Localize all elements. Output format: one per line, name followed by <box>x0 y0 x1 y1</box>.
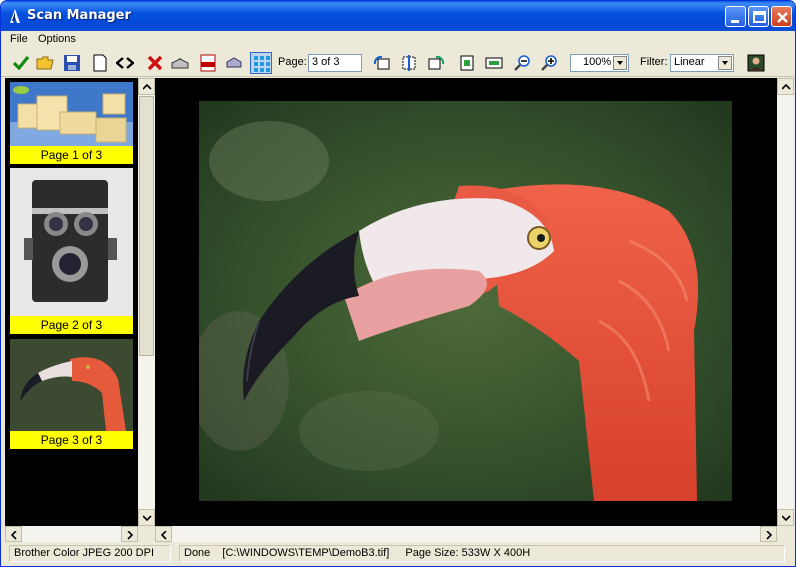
app-window: Scan Manager File Options Page: 3 of 3 1… <box>0 0 796 567</box>
fit-width-button[interactable] <box>483 52 505 74</box>
pdf-button[interactable] <box>197 52 219 74</box>
page-input[interactable]: 3 of 3 <box>308 54 362 72</box>
page-label: Page: <box>278 56 307 68</box>
thumbnail-scrollbar[interactable] <box>138 78 155 526</box>
chevron-down-icon[interactable] <box>613 56 627 70</box>
scanner-icon <box>171 57 189 69</box>
accept-button[interactable] <box>10 52 32 74</box>
status-page-size: Page Size: 533W X 400H <box>405 547 531 559</box>
new-page-icon <box>93 54 107 72</box>
scroll-down-button[interactable] <box>777 509 794 526</box>
camera-thumbnail-image <box>10 168 133 316</box>
portrait-button[interactable] <box>745 52 767 74</box>
thumbnail-caption: Page 1 of 3 <box>10 146 133 164</box>
filter-label: Filter: <box>640 56 668 68</box>
thumbnail-panel: Page 1 of 3 Page 2 of 3 Page 3 of 3 <box>5 78 138 526</box>
portrait-icon <box>747 54 765 72</box>
zoom-in-button[interactable] <box>538 52 560 74</box>
chevron-down-icon[interactable] <box>718 56 732 70</box>
fit-page-icon <box>460 55 474 71</box>
new-page-button[interactable] <box>89 52 111 74</box>
menu-bar: File Options <box>1 31 795 49</box>
print-button[interactable] <box>223 52 245 74</box>
open-folder-icon <box>36 56 54 70</box>
pdf-icon <box>200 54 216 72</box>
thumbnail-page-3[interactable]: Page 3 of 3 <box>10 339 133 449</box>
filter-value: Linear <box>674 56 705 68</box>
maximize-button[interactable] <box>748 6 769 27</box>
delete-x-icon <box>147 55 163 71</box>
scroll-down-button[interactable] <box>138 509 155 526</box>
zoom-out-icon <box>514 55 530 71</box>
menu-file[interactable]: File <box>10 33 28 45</box>
thumbnail-page-1[interactable]: Page 1 of 3 <box>10 82 133 164</box>
zoom-in-icon <box>541 55 557 71</box>
fit-width-icon <box>485 57 503 69</box>
thumbnail-hscrollbar[interactable] <box>5 526 138 542</box>
scanner-status: Brother Color JPEG 200 DPI <box>9 545 171 562</box>
swap-arrows-icon <box>116 57 134 69</box>
thumbnail-caption: Page 3 of 3 <box>10 431 133 449</box>
swap-button[interactable] <box>114 52 136 74</box>
thumbnail-page-2[interactable]: Page 2 of 3 <box>10 168 133 334</box>
flamingo-thumbnail-image <box>10 339 133 431</box>
save-button[interactable] <box>61 52 83 74</box>
rotate-right-icon <box>428 55 445 70</box>
zoom-select[interactable]: 100% <box>570 54 629 72</box>
file-status: Done [C:\WINDOWS\TEMP\DemoB3.tif] Page S… <box>179 545 785 562</box>
menu-options[interactable]: Options <box>38 33 76 45</box>
delete-button[interactable] <box>144 52 166 74</box>
close-button[interactable] <box>771 6 792 27</box>
minimize-button[interactable] <box>725 6 746 27</box>
rotate-left-icon <box>373 55 390 70</box>
thumbnail-view-button[interactable] <box>250 52 272 74</box>
status-file: [C:\WINDOWS\TEMP\DemoB3.tif] <box>222 547 390 559</box>
scroll-left-button[interactable] <box>5 526 22 542</box>
rotate-left-button[interactable] <box>371 52 393 74</box>
toolbar: Page: 3 of 3 100% Filter: Linear <box>1 49 795 77</box>
viewer-vscrollbar[interactable] <box>777 78 794 526</box>
window-title: Scan Manager <box>27 8 131 23</box>
scroll-up-button[interactable] <box>777 78 794 95</box>
status-state: Done <box>184 547 211 559</box>
zoom-out-button[interactable] <box>511 52 533 74</box>
zoom-value: 100% <box>583 56 612 68</box>
scroll-right-button[interactable] <box>760 526 777 542</box>
flamingo-photo <box>199 101 732 501</box>
flip-icon <box>402 55 416 71</box>
scroll-up-button[interactable] <box>138 78 155 95</box>
open-button[interactable] <box>34 52 56 74</box>
scroll-left-button[interactable] <box>155 526 172 542</box>
scroll-corner <box>777 526 794 542</box>
scroll-thumb[interactable] <box>139 96 154 356</box>
boxes-thumbnail-image <box>10 82 133 146</box>
app-logo-icon <box>10 9 20 23</box>
filter-select[interactable]: Linear <box>670 54 734 72</box>
viewer-hscrollbar[interactable] <box>155 526 777 542</box>
accept-check-icon <box>12 55 30 71</box>
fit-page-button[interactable] <box>456 52 478 74</box>
image-viewer[interactable] <box>155 78 777 526</box>
title-bar[interactable]: Scan Manager <box>1 1 795 31</box>
thumbnail-caption: Page 2 of 3 <box>10 316 133 334</box>
rotate-right-button[interactable] <box>425 52 447 74</box>
save-disk-icon <box>64 55 80 71</box>
print-icon <box>226 57 242 68</box>
scan-button[interactable] <box>169 52 191 74</box>
thumbnail-grid-icon <box>254 56 270 72</box>
scroll-right-button[interactable] <box>121 526 138 542</box>
flip-button[interactable] <box>398 52 420 74</box>
status-bar: Brother Color JPEG 200 DPI Done [C:\WIND… <box>1 542 795 566</box>
